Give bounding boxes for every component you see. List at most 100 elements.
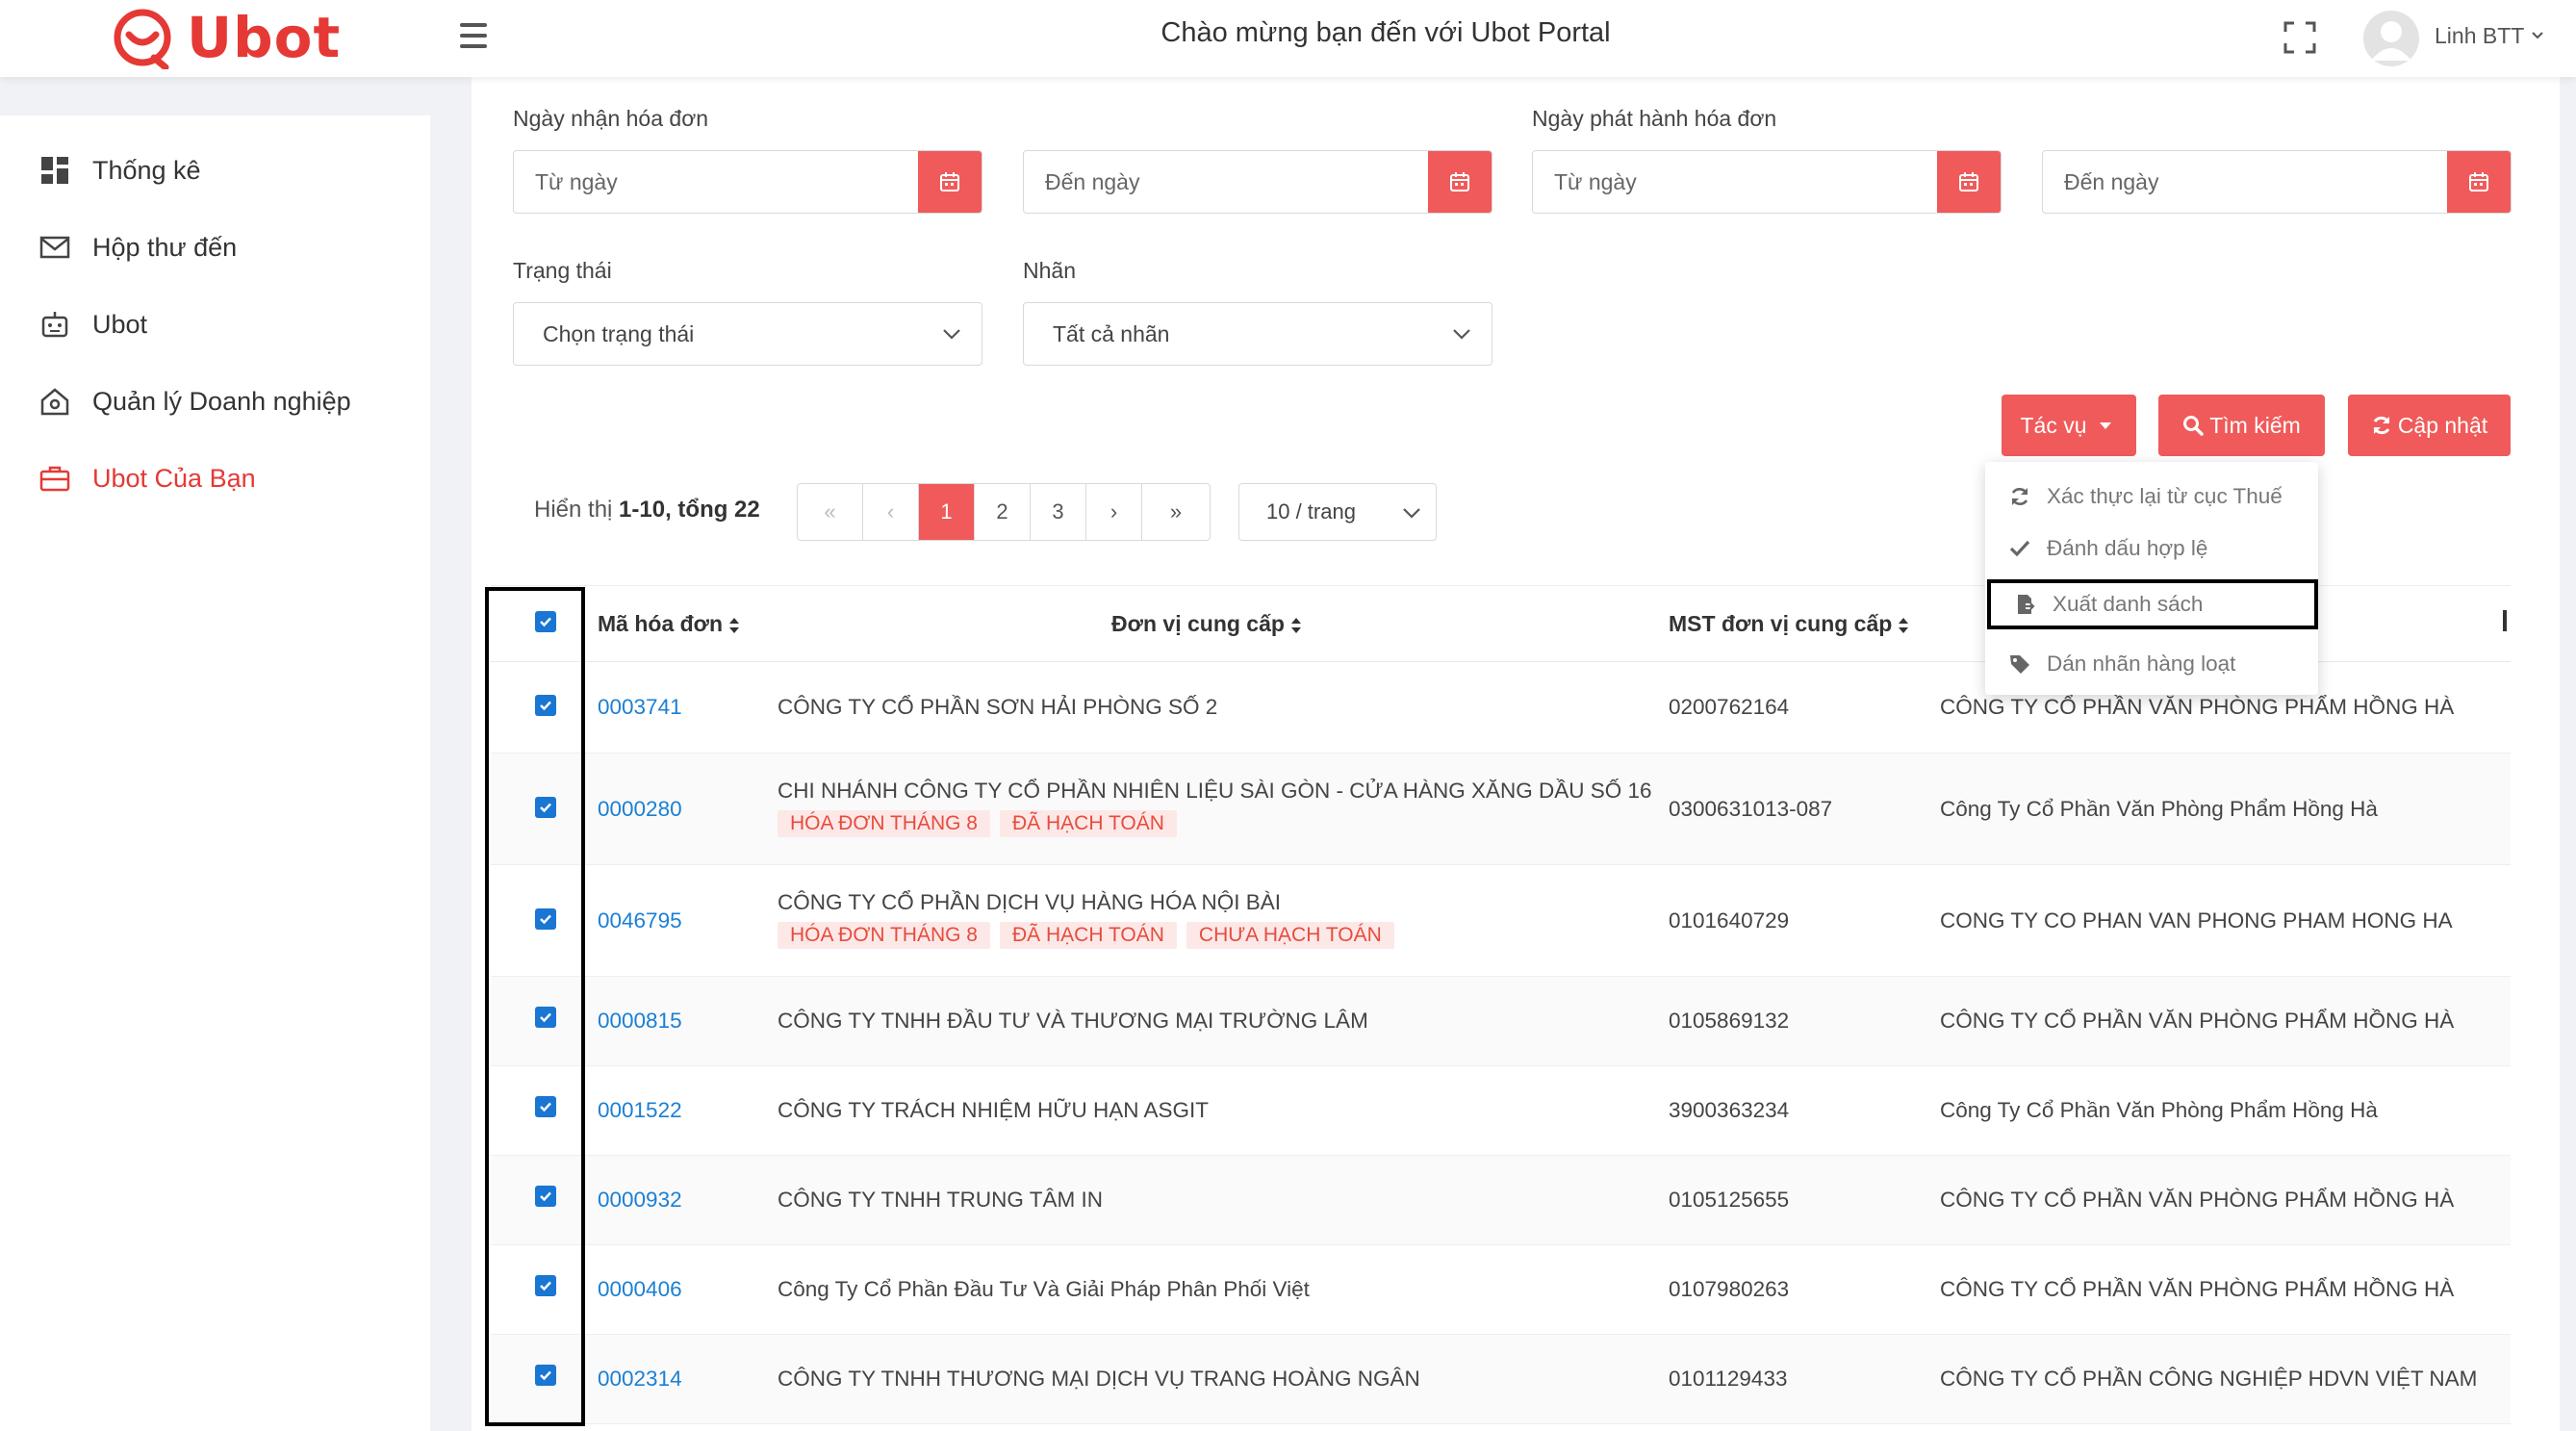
- table-row[interactable]: 0046795 CÔNG TY CỔ PHẦN DỊCH VỤ HÀNG HÓA…: [491, 865, 2511, 977]
- row-checkbox[interactable]: [535, 695, 556, 716]
- table-row[interactable]: 0001522 CÔNG TY TRÁCH NHIỆM HỮU HẠN ASGI…: [491, 1066, 2511, 1156]
- row-checkbox[interactable]: [535, 1365, 556, 1386]
- row-checkbox[interactable]: [535, 1186, 556, 1207]
- invoice-code-link[interactable]: 0000815: [598, 1009, 682, 1034]
- invoice-code-link[interactable]: 0001522: [598, 1098, 682, 1123]
- tag-select[interactable]: Tất cả nhãn: [1023, 302, 1492, 366]
- refresh-icon: [2011, 488, 2028, 505]
- sidebar-item-statistics[interactable]: Thống kê: [38, 146, 201, 194]
- update-button[interactable]: Cập nhật: [2348, 395, 2511, 456]
- first-page-button[interactable]: «: [798, 484, 863, 540]
- menu-item-mark-valid[interactable]: Đánh dấu hợp lệ: [1985, 524, 2318, 574]
- table-row[interactable]: 0000406 Công Ty Cổ Phần Đầu Tư Và Giải P…: [491, 1245, 2511, 1335]
- supplier-tax-code: 0300631013-087: [1669, 797, 1833, 821]
- supplier-name: CÔNG TY CỔ PHẦN DỊCH VỤ HÀNG HÓA NỘI BÀI: [778, 890, 1282, 914]
- chevron-down-icon[interactable]: [2531, 29, 2544, 42]
- invoice-code-link[interactable]: 0046795: [598, 908, 682, 933]
- status-select[interactable]: Chọn trạng thái: [513, 302, 982, 366]
- menu-item-bulk-tag[interactable]: Dán nhãn hàng loạt: [1985, 639, 2318, 689]
- issued-from-input[interactable]: Từ ngày: [1532, 150, 2002, 214]
- ubot-logo-icon: [114, 9, 171, 69]
- checkmark-icon: [540, 701, 551, 711]
- user-name[interactable]: Linh BTT: [2435, 23, 2524, 49]
- checkmark-icon: [540, 1370, 551, 1381]
- sidebar-item-business[interactable]: Quản lý Doanh nghiệp: [38, 377, 351, 425]
- page-button[interactable]: 1: [919, 484, 975, 540]
- calendar-button[interactable]: [1428, 151, 1492, 213]
- menu-item-revalidate[interactable]: Xác thực lại từ cục Thuế: [1985, 472, 2318, 522]
- sidebar-item-your-ubot[interactable]: Ubot Của Bạn: [38, 454, 256, 502]
- calendar-button[interactable]: [1937, 151, 2001, 213]
- sidebar-item-inbox[interactable]: Hộp thư đến: [38, 223, 237, 271]
- invoice-code-link[interactable]: 0003741: [598, 695, 682, 720]
- issued-date-label: Ngày phát hành hóa đơn: [1532, 106, 1777, 131]
- table-row[interactable]: 0000815 CÔNG TY TNHH ĐẦU TƯ VÀ THƯƠNG MẠ…: [491, 977, 2511, 1066]
- calendar-button[interactable]: [918, 151, 982, 213]
- row-checkbox[interactable]: [535, 1275, 556, 1296]
- invoice-code-link[interactable]: 0000932: [598, 1188, 682, 1213]
- page-size-select[interactable]: 10 / trang: [1238, 483, 1437, 541]
- tag-badge: CHƯA HẠCH TOÁN: [1186, 922, 1394, 949]
- home-icon: [40, 388, 69, 416]
- column-header-supplier[interactable]: Đơn vị cung cấp: [1111, 611, 1302, 637]
- row-checkbox[interactable]: [535, 797, 556, 818]
- buyer-name: Công Ty Cổ Phần Văn Phòng Phẩm Hồng Hà: [1940, 797, 2378, 821]
- tag-icon: [2010, 655, 2029, 674]
- search-button[interactable]: Tìm kiếm: [2158, 395, 2325, 456]
- page-size-value: 10 / trang: [1266, 499, 1356, 524]
- received-from-input[interactable]: Từ ngày: [513, 150, 982, 214]
- table-row[interactable]: 0000932 CÔNG TY TNHH TRUNG TÂM IN 010512…: [491, 1156, 2511, 1245]
- issued-to-input[interactable]: Đến ngày: [2042, 150, 2512, 214]
- menu-toggle-icon[interactable]: [460, 23, 487, 48]
- fullscreen-icon[interactable]: [2283, 21, 2316, 54]
- table-row[interactable]: 0000280 CHI NHÁNH CÔNG TY CỔ PHẦN NHIÊN …: [491, 754, 2511, 865]
- last-page-button[interactable]: »: [1142, 484, 1210, 540]
- avatar[interactable]: [2363, 11, 2419, 66]
- supplier-name: Công Ty Cổ Phần Đầu Tư Và Giải Pháp Phân…: [778, 1277, 1310, 1301]
- sort-icon: [1290, 617, 1301, 633]
- calendar-icon: [1959, 172, 1978, 192]
- invoice-code-link[interactable]: 0000406: [598, 1277, 682, 1302]
- tasks-button[interactable]: Tác vụ: [2002, 395, 2136, 456]
- menu-item-export-list[interactable]: Xuất danh sách: [1987, 579, 2318, 629]
- invoice-code-link[interactable]: 0000280: [598, 797, 682, 822]
- column-header-supplier-tax[interactable]: MST đơn vị cung cấp: [1669, 611, 1909, 637]
- menu-item-label: Đánh dấu hợp lệ: [2047, 536, 2208, 560]
- checkmark-icon: [540, 803, 551, 813]
- robot-icon: [41, 312, 68, 338]
- table-row[interactable]: 0002314 CÔNG TY TNHH THƯƠNG MẠI DỊCH VỤ …: [491, 1335, 2511, 1424]
- supplier-tax-code: 0105125655: [1669, 1188, 1790, 1212]
- tag-badge: HÓA ĐƠN THÁNG 8: [778, 922, 990, 949]
- select-all-checkbox[interactable]: [535, 611, 556, 632]
- supplier-tax-code: 0200762164: [1669, 695, 1790, 719]
- sidebar-item-ubot[interactable]: Ubot: [38, 300, 147, 348]
- received-date-label: Ngày nhận hóa đơn: [513, 106, 709, 131]
- ubot-logo[interactable]: Ubot: [108, 4, 341, 71]
- prev-page-button[interactable]: ‹: [863, 484, 919, 540]
- column-header-code[interactable]: Mã hóa đơn: [598, 611, 740, 637]
- menu-item-label: Xuất danh sách: [2053, 592, 2204, 616]
- caret-down-icon: [2099, 422, 2111, 429]
- next-page-button[interactable]: ›: [1086, 484, 1142, 540]
- sidebar-item-label: Hộp thư đến: [92, 232, 238, 262]
- checkmark-icon: [540, 1281, 551, 1291]
- calendar-button[interactable]: [2447, 151, 2511, 213]
- menu-item-label: Dán nhãn hàng loạt: [2047, 652, 2236, 676]
- checkmark-icon: [540, 1012, 551, 1023]
- supplier-tax-code: 0105869132: [1669, 1009, 1790, 1033]
- sort-icon: [1899, 617, 1909, 633]
- briefcase-icon: [39, 466, 70, 492]
- invoice-code-link[interactable]: 0002314: [598, 1367, 682, 1392]
- sidebar-item-label: Thống kê: [92, 155, 201, 185]
- supplier-tax-code: 0101640729: [1669, 908, 1790, 933]
- row-checkbox[interactable]: [535, 1096, 556, 1117]
- received-to-input[interactable]: Đến ngày: [1023, 150, 1492, 214]
- row-checkbox[interactable]: [535, 1007, 556, 1028]
- row-checkbox[interactable]: [535, 908, 556, 930]
- page-button[interactable]: 2: [975, 484, 1031, 540]
- issued-to-placeholder: Đến ngày: [2064, 169, 2159, 194]
- page-button[interactable]: 3: [1031, 484, 1086, 540]
- sidebar-item-label: Quản lý Doanh nghiệp: [92, 386, 351, 416]
- column-header-label: Mã hóa đơn: [598, 611, 724, 636]
- tag-badge: HÓA ĐƠN THÁNG 8: [778, 810, 990, 837]
